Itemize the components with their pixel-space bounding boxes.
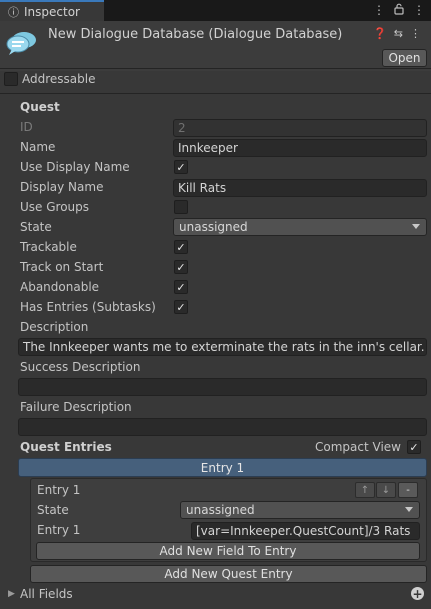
failure-description-label: Failure Description: [20, 400, 132, 414]
entry-1-tab[interactable]: Entry 1: [18, 458, 427, 477]
compact-view-checkbox[interactable]: ✓: [407, 440, 421, 454]
addressable-label: Addressable: [22, 72, 96, 86]
abandonable-checkbox[interactable]: ✓: [174, 280, 188, 294]
help-icon[interactable]: ❓: [373, 27, 387, 40]
entry-text-field[interactable]: [var=Innkeeper.QuestCount]/3 Rats: [191, 522, 420, 540]
name-label: Name: [20, 140, 56, 154]
dropdown-arrow-icon: [405, 507, 413, 512]
use-display-name-label: Use Display Name: [20, 160, 130, 174]
divider: [0, 68, 431, 69]
state-dropdown[interactable]: unassigned: [173, 218, 427, 236]
tab-toolbar: ⋮ ⋮: [373, 3, 425, 18]
has-entries-label: Has Entries (Subtasks): [20, 300, 156, 314]
open-button[interactable]: Open: [382, 49, 427, 67]
id-label: ID: [20, 120, 33, 134]
track-on-start-checkbox[interactable]: ✓: [174, 260, 188, 274]
all-fields-label[interactable]: All Fields: [20, 587, 73, 601]
has-entries-checkbox[interactable]: ✓: [174, 300, 188, 314]
menu-icon[interactable]: ⋮: [413, 3, 425, 18]
add-field-button[interactable]: Add New Field To Entry: [36, 542, 420, 560]
quest-entries-heading: Quest Entries: [20, 440, 112, 454]
info-icon: ⓘ: [8, 5, 19, 19]
name-field[interactable]: Innkeeper: [173, 139, 427, 157]
lock-icon[interactable]: [394, 3, 404, 18]
description-label: Description: [20, 320, 89, 334]
add-field-icon[interactable]: +: [411, 587, 424, 600]
dropdown-arrow-icon: [412, 224, 420, 229]
context-menu-icon[interactable]: ⋮: [410, 27, 421, 40]
quest-heading: Quest: [20, 100, 60, 114]
success-description-label: Success Description: [20, 360, 141, 374]
tab-label: Inspector: [24, 4, 80, 19]
preset-icon[interactable]: ⇆: [394, 27, 403, 40]
entry-state-dropdown[interactable]: unassigned: [180, 501, 420, 519]
expand-arrow-icon[interactable]: ▶: [8, 589, 15, 599]
trackable-checkbox[interactable]: ✓: [174, 240, 188, 254]
tab-inspector[interactable]: ⓘ Inspector: [0, 0, 104, 21]
trackable-label: Trackable: [20, 240, 77, 254]
inspector-title: New Dialogue Database (Dialogue Database…: [48, 27, 343, 42]
state-label: State: [20, 220, 52, 234]
failure-description-field[interactable]: [18, 418, 427, 436]
more-icon[interactable]: ⋮: [373, 3, 385, 18]
header-icons: ❓ ⇆ ⋮: [373, 27, 421, 40]
abandonable-label: Abandonable: [20, 280, 100, 294]
remove-entry-button[interactable]: -: [398, 482, 418, 498]
divider: [0, 93, 431, 94]
move-up-button[interactable]: ↑: [355, 482, 375, 498]
entry-text-label: Entry 1: [37, 523, 81, 537]
state-value: unassigned: [179, 220, 248, 234]
entry-state-label: State: [37, 503, 69, 517]
entry-title: Entry 1: [37, 483, 81, 497]
use-display-name-checkbox[interactable]: ✓: [174, 160, 188, 174]
id-field: 2: [173, 119, 427, 137]
use-groups-checkbox[interactable]: [174, 200, 188, 214]
entry-state-value: unassigned: [186, 503, 255, 517]
use-groups-label: Use Groups: [20, 200, 90, 214]
compact-view-label: Compact View: [315, 440, 401, 454]
display-name-field[interactable]: Kill Rats: [173, 179, 427, 197]
move-down-button[interactable]: ↓: [376, 482, 396, 498]
display-name-label: Display Name: [20, 180, 104, 194]
add-quest-entry-button[interactable]: Add New Quest Entry: [30, 565, 427, 583]
addressable-checkbox[interactable]: [4, 72, 18, 86]
track-on-start-label: Track on Start: [20, 260, 104, 274]
dialogue-database-icon: [6, 30, 38, 56]
description-field[interactable]: The Innkeeper wants me to exterminate th…: [18, 338, 427, 356]
success-description-field[interactable]: [18, 378, 427, 396]
